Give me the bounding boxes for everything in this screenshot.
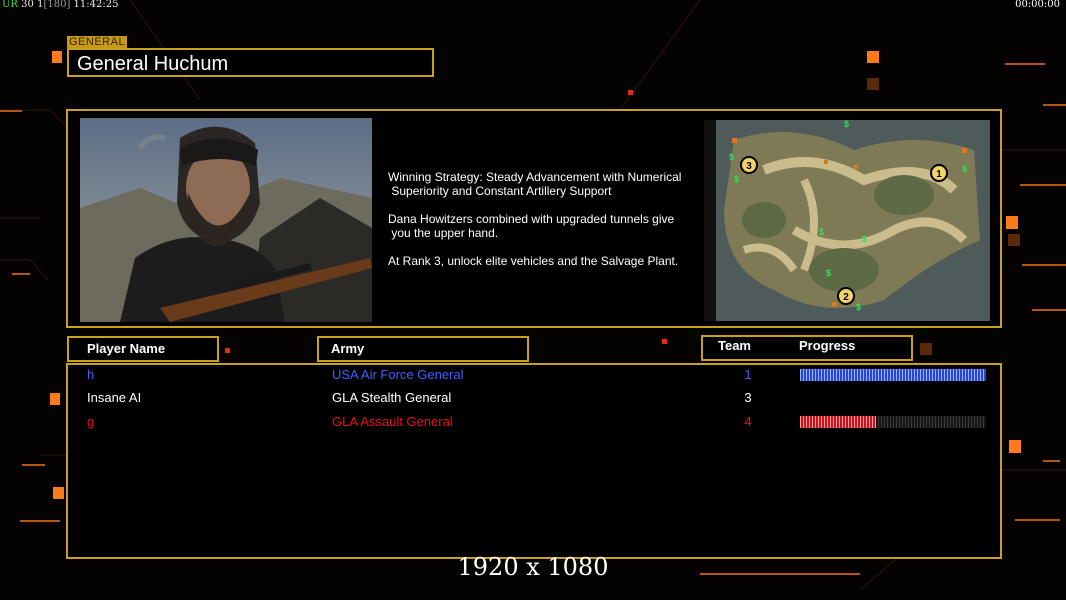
- general-portrait: [80, 118, 372, 322]
- progress-fill: [800, 369, 986, 381]
- player-team: 4: [744, 414, 752, 429]
- player-army: GLA Stealth General: [332, 390, 452, 405]
- svg-text:$: $: [862, 234, 867, 244]
- svg-text:$: $: [856, 302, 861, 312]
- start-position-2: 2: [837, 287, 855, 305]
- players-panel: h USA Air Force General 1 Insane AI GLA …: [66, 363, 1002, 559]
- progress-bar: [800, 369, 986, 381]
- strategy-line-1: Winning Strategy: Steady Advancement wit…: [388, 170, 682, 198]
- general-tag: GENERAL: [67, 36, 128, 48]
- player-army: GLA Assault General: [332, 414, 453, 429]
- player-row: h USA Air Force General 1: [68, 365, 1000, 385]
- hud-prefix: UR: [2, 0, 18, 10]
- svg-text:1: 1: [936, 169, 942, 180]
- header-team-progress: Team Progress: [701, 335, 913, 361]
- hud-fps: 30: [21, 0, 34, 10]
- general-strategy-text: Winning Strategy: Steady Advancement wit…: [388, 170, 708, 282]
- header-team-label: Team: [718, 338, 751, 353]
- player-team: 3: [744, 390, 752, 405]
- strategy-line-3: At Rank 3, unlock elite vehicles and the…: [388, 254, 679, 268]
- general-name-box: General Huchum: [67, 48, 434, 77]
- svg-text:$: $: [734, 174, 739, 184]
- hud-clock: 11:42:25: [73, 0, 119, 10]
- player-row: g GLA Assault General 4: [68, 412, 1000, 432]
- svg-text:$: $: [962, 164, 967, 174]
- resolution-caption: 1920 x 1080: [457, 553, 609, 581]
- svg-text:$: $: [844, 120, 849, 129]
- start-position-1: 1: [930, 164, 948, 182]
- header-army: Army: [317, 336, 529, 362]
- strategy-line-2: Dana Howitzers combined with upgraded tu…: [388, 212, 675, 240]
- header-army-label: Army: [331, 341, 365, 356]
- start-position-3: 3: [740, 156, 758, 174]
- general-info-panel: Winning Strategy: Steady Advancement wit…: [66, 109, 1002, 328]
- general-name: General Huchum: [77, 53, 229, 75]
- player-team: 1: [744, 367, 752, 382]
- hud-stats: UR 30 1[180] 11:42:25: [2, 0, 118, 10]
- player-army: USA Air Force General: [332, 367, 464, 382]
- header-player-label: Player Name: [87, 341, 166, 356]
- hud-timer: 00:00:00: [1015, 0, 1060, 10]
- player-name: g: [87, 414, 95, 429]
- player-name: Insane AI: [87, 390, 142, 405]
- player-name: h: [87, 367, 95, 382]
- progress-bar: [800, 416, 986, 428]
- svg-text:$: $: [826, 268, 831, 278]
- map-preview: 1 2 3 $ $ $ $ $ $ $ $: [704, 120, 990, 321]
- svg-text:$: $: [729, 152, 734, 162]
- hud-bracket: [180]: [43, 0, 71, 10]
- header-progress-label: Progress: [799, 338, 856, 353]
- header-player-name: Player Name: [67, 336, 219, 362]
- svg-text:3: 3: [746, 161, 752, 172]
- progress-fill: [800, 416, 877, 428]
- svg-text:$: $: [819, 227, 824, 237]
- player-row: Insane AI GLA Stealth General 3: [68, 388, 1000, 408]
- svg-text:2: 2: [843, 292, 849, 303]
